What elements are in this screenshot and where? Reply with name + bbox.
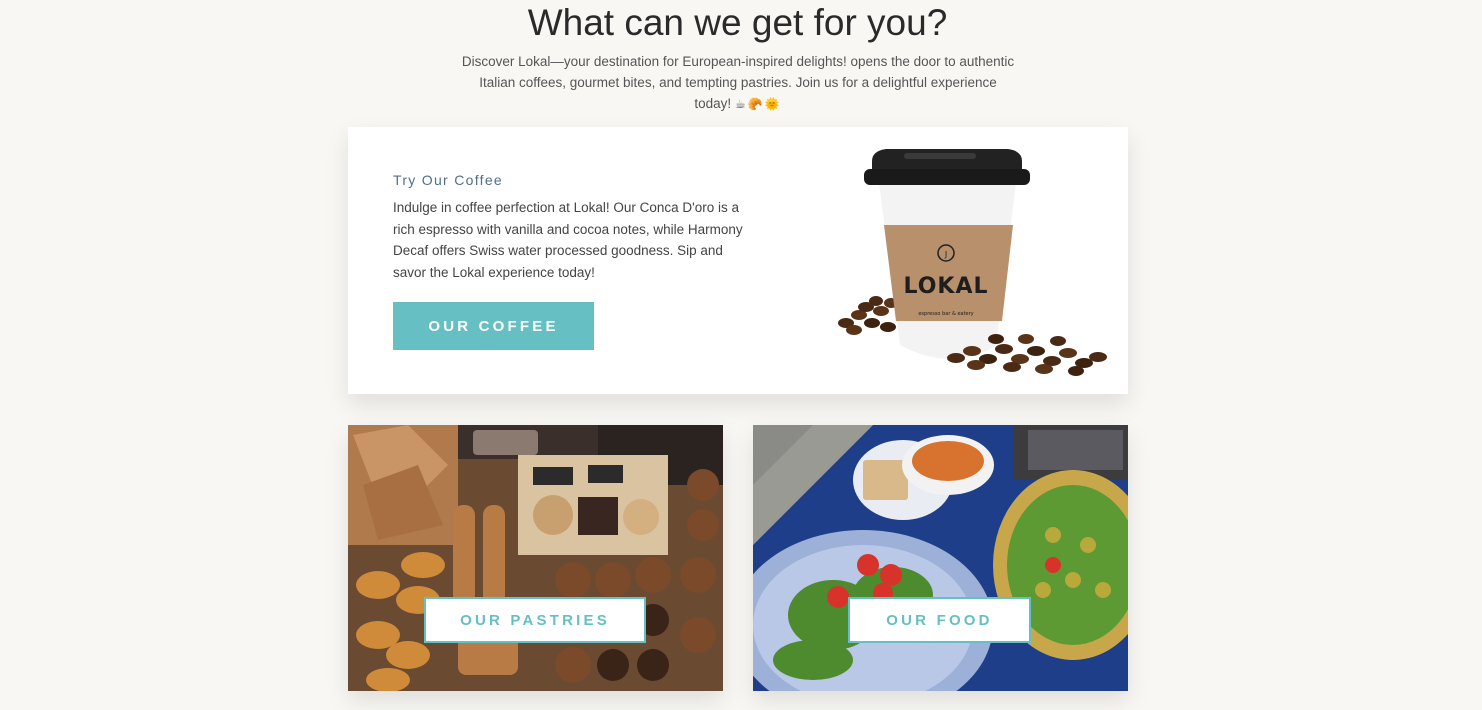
section-heading: What can we get for you?	[527, 2, 948, 43]
pastries-photo	[348, 425, 723, 691]
intro-emojis: ☕🥐🌞	[734, 97, 782, 111]
food-photo	[753, 425, 1128, 691]
coffee-eyebrow: Try Our Coffee	[393, 172, 504, 188]
our-food-button[interactable]: OUR FOOD	[848, 597, 1031, 643]
coffee-cup-image: J LOKAL espresso bar & eatery	[838, 149, 1107, 376]
section-intro: Discover Lokal—your destination for Euro…	[460, 51, 1016, 115]
coffee-description: Indulge in coffee perfection at Lokal! O…	[393, 200, 743, 280]
coffee-beans-left	[838, 296, 898, 335]
pastries-card: OUR PASTRIES	[348, 425, 723, 691]
our-coffee-button[interactable]: OUR COFFEE	[393, 302, 594, 350]
svg-text:J: J	[944, 250, 947, 259]
food-card: OUR FOOD	[753, 425, 1128, 691]
cup-brand-text: LOKAL	[903, 274, 988, 299]
cup-tagline-text: espresso bar & eatery	[918, 311, 973, 317]
our-pastries-button[interactable]: OUR PASTRIES	[424, 597, 646, 643]
coffee-card: Try Our Coffee Indulge in coffee perfect…	[348, 127, 1128, 394]
